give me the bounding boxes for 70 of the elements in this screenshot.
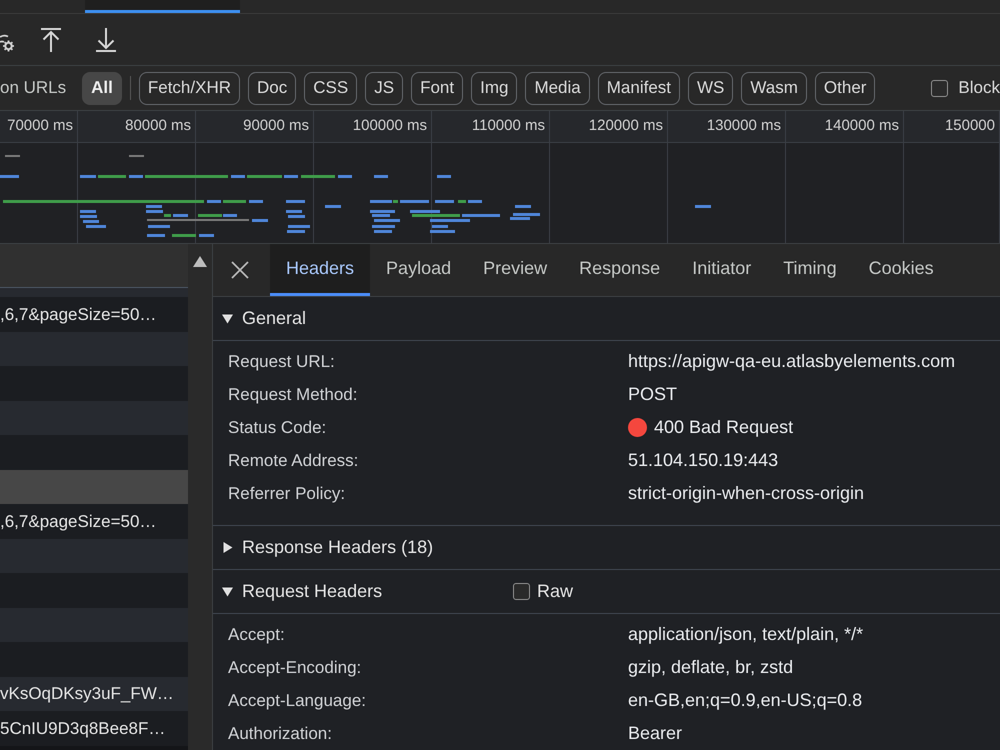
download-icon[interactable] bbox=[95, 26, 117, 52]
filter-chip[interactable]: CSS bbox=[304, 72, 358, 104]
header-name: Request URL: bbox=[228, 352, 335, 370]
upload-icon[interactable] bbox=[40, 26, 62, 52]
request-name: ,6,7&pageSize=50… bbox=[0, 510, 156, 532]
timeline-tick-label: 140000 ms bbox=[824, 116, 899, 136]
close-icon[interactable] bbox=[231, 261, 249, 279]
timeline-tick-label: 110000 ms bbox=[472, 116, 545, 136]
tab[interactable]: Response bbox=[563, 244, 676, 296]
tab[interactable]: Headers bbox=[270, 244, 370, 296]
timeline-tick-label: 80000 ms bbox=[125, 116, 191, 136]
tab[interactable]: Initiator bbox=[676, 244, 768, 296]
header-name: Remote Address: bbox=[228, 450, 358, 470]
filter-chip[interactable]: Other bbox=[814, 72, 876, 104]
checkbox[interactable] bbox=[513, 583, 530, 600]
filter-chip[interactable]: Font bbox=[411, 72, 464, 104]
header-value: application/json, text/plain, */* bbox=[628, 623, 864, 646]
section-toggle[interactable]: Request Headers bbox=[222, 578, 382, 605]
disclosure-triangle-icon[interactable] bbox=[222, 586, 233, 597]
request-row[interactable]: vKsOqDKsy3uF_FW… bbox=[0, 676, 188, 711]
header-name: Request Method: bbox=[228, 384, 358, 404]
disclosure-triangle-icon[interactable] bbox=[222, 542, 233, 553]
filter-chip[interactable]: Media bbox=[525, 72, 590, 104]
filter-chip[interactable]: Doc bbox=[248, 72, 296, 104]
request-row[interactable]: ,6,7&pageSize=50… bbox=[0, 297, 188, 332]
header-value: Bearer bbox=[628, 722, 682, 745]
header-name: Status Code: bbox=[228, 418, 326, 436]
checkbox[interactable] bbox=[931, 80, 948, 96]
header-value: 400 Bad Request bbox=[654, 416, 794, 439]
scroll-up-icon[interactable] bbox=[193, 256, 207, 267]
tab[interactable]: Cookies bbox=[852, 244, 950, 296]
header-value: 51.104.150.19:443 bbox=[628, 449, 778, 472]
header-value: gzip, deflate, br, zstd bbox=[628, 656, 794, 679]
filter-chip[interactable]: JS bbox=[365, 72, 404, 104]
filter-chip[interactable]: WS bbox=[688, 72, 734, 104]
request-name: 5CnIU9D3q8Bee8F… bbox=[0, 718, 166, 740]
header-name: Accept-Encoding: bbox=[228, 658, 362, 676]
filter-chip[interactable]: Wasm bbox=[741, 72, 807, 104]
tab[interactable]: Preview bbox=[467, 244, 564, 296]
request-name: vKsOqDKsy3uF_FW… bbox=[0, 683, 174, 705]
checkbox-label: Block bbox=[958, 77, 1000, 100]
timeline-tick-label: 120000 ms bbox=[588, 116, 663, 136]
tab[interactable]: Payload bbox=[370, 244, 468, 296]
header-value: strict-origin-when-cross-origin bbox=[628, 482, 864, 505]
header-name: Accept: bbox=[228, 624, 285, 644]
tab[interactable] bbox=[85, 0, 240, 13]
filter-label: on URLs bbox=[0, 77, 66, 100]
header-name: Accept-Language: bbox=[228, 690, 366, 710]
section-toggle[interactable]: General bbox=[222, 305, 306, 332]
header-value: POST bbox=[628, 383, 678, 406]
timeline-tick-label: 90000 ms bbox=[243, 116, 309, 136]
request-name: ,6,7&pageSize=50… bbox=[0, 304, 156, 326]
timeline-tick-label: 70000 ms bbox=[7, 116, 73, 136]
filter-chip[interactable]: Img bbox=[471, 72, 518, 104]
header-name: Referrer Policy: bbox=[228, 484, 346, 502]
checkbox-label: Raw bbox=[537, 580, 574, 603]
header-name: Authorization: bbox=[228, 724, 332, 742]
request-row[interactable]: 5CnIU9D3q8Bee8F… bbox=[0, 711, 188, 746]
section-toggle[interactable]: Response Headers (18) bbox=[222, 534, 434, 561]
timeline-tick-label: 100000 ms bbox=[352, 116, 427, 136]
header-value: https://apigw-qa-eu.atlasbyelements.com bbox=[628, 350, 956, 373]
disclosure-triangle-icon[interactable] bbox=[222, 313, 233, 324]
filter-chip[interactable]: Manifest bbox=[598, 72, 680, 104]
filter-chip[interactable]: All bbox=[82, 72, 122, 104]
tab[interactable]: Timing bbox=[767, 244, 853, 296]
filter-chip[interactable]: Fetch/XHR bbox=[138, 72, 240, 104]
header-value: en-GB,en;q=0.9,en-US;q=0.8 bbox=[628, 689, 862, 712]
timeline-tick-label: 150000 bbox=[944, 116, 995, 136]
timeline-tick-label: 130000 ms bbox=[706, 116, 781, 136]
request-row[interactable]: ,6,7&pageSize=50… bbox=[0, 504, 188, 538]
